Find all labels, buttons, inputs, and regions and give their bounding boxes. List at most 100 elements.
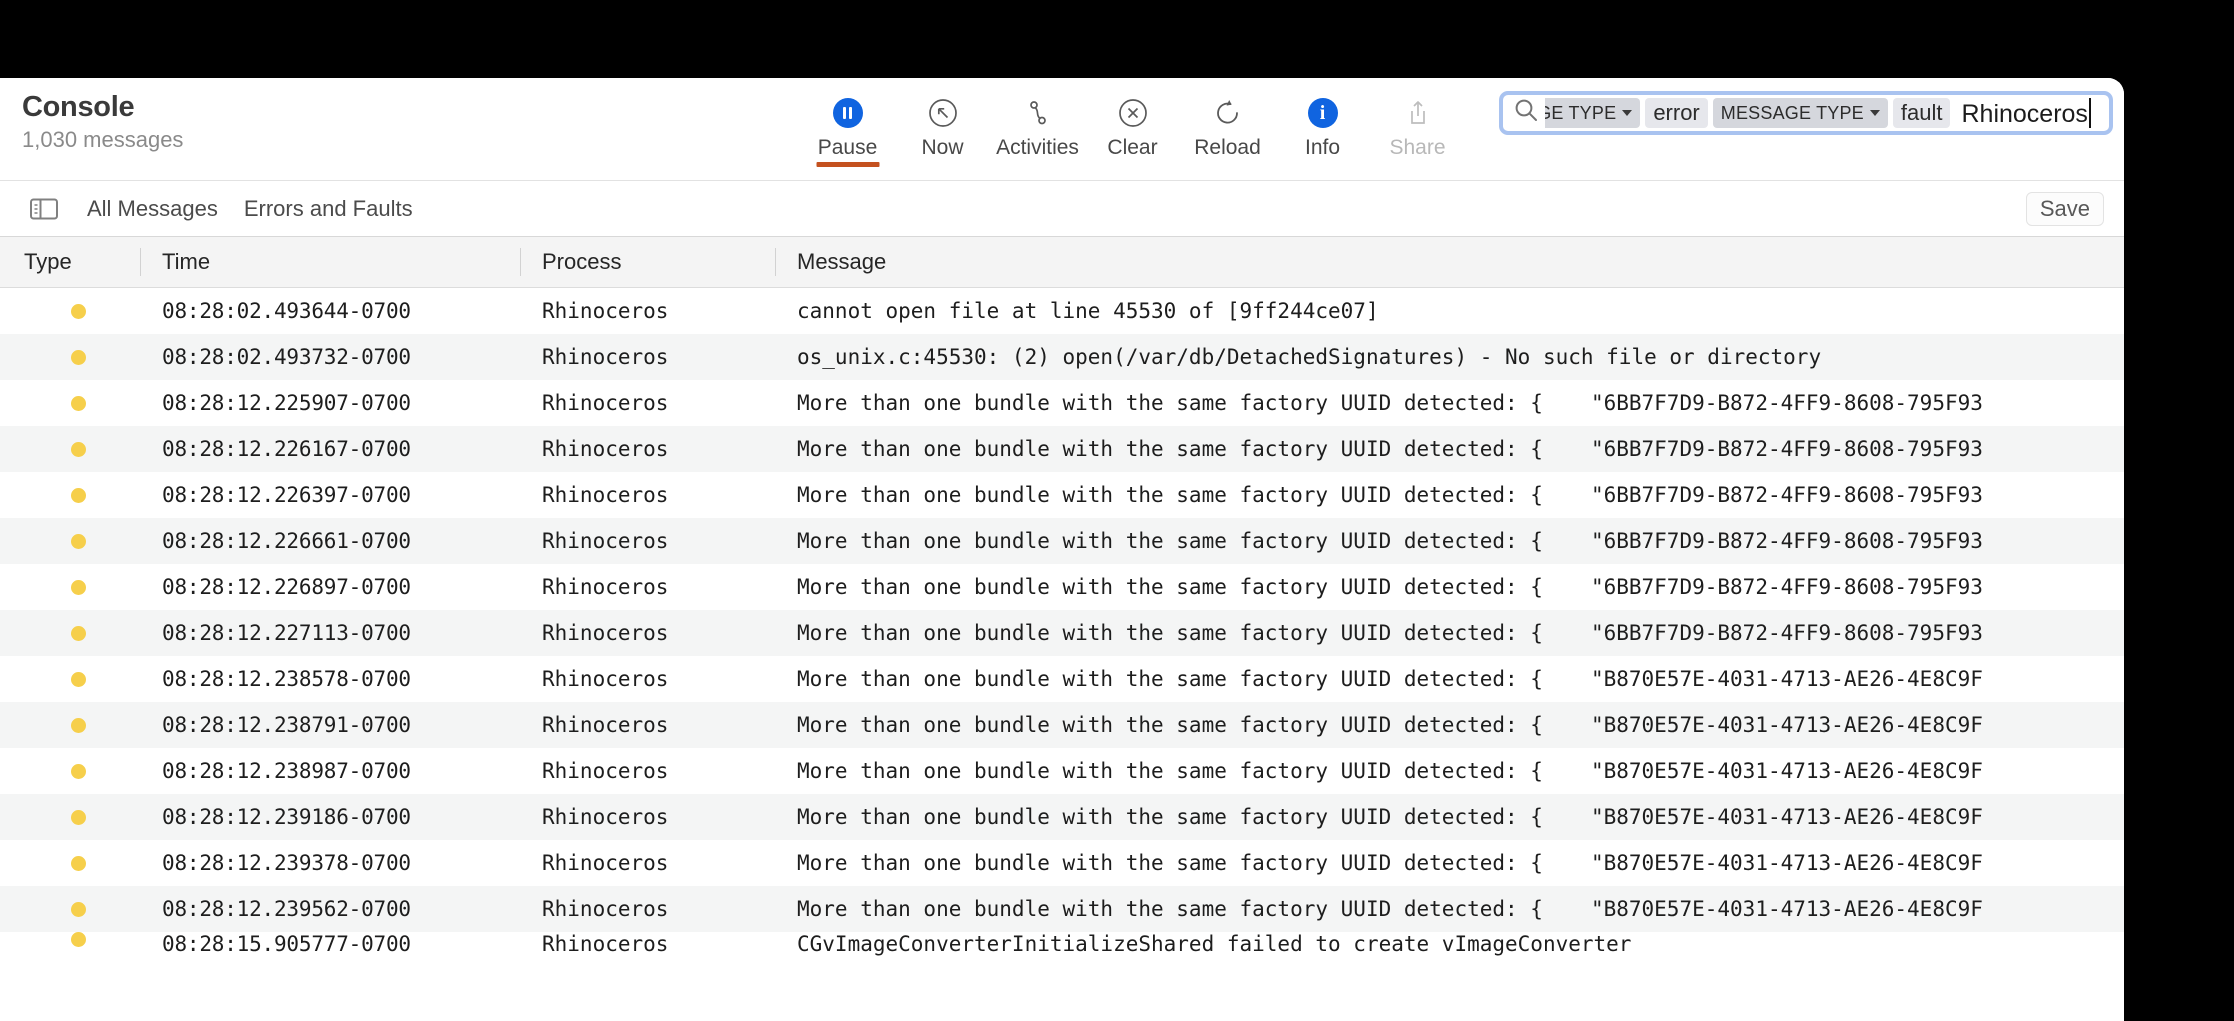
table-row[interactable]: 08:28:12.227113-0700 Rhinoceros More than … <box>0 610 2124 656</box>
window-toolbar: Console 1,030 messages Pause Now Activit… <box>0 78 2124 181</box>
filter-tab-errors-and-faults[interactable]: Errors and Faults <box>244 196 413 222</box>
text-caret <box>2088 97 2091 128</box>
toolbar-button-reload[interactable]: Reload <box>1180 92 1275 160</box>
row-process-cell: Rhinoceros <box>542 897 669 921</box>
row-message-text: More than one bundle with the same facto… <box>797 713 1543 737</box>
search-token-key-label-1: MESSAGE TYPE <box>1720 102 1864 123</box>
table-row[interactable]: 08:28:12.239186-0700 Rhinoceros More than … <box>0 794 2124 840</box>
table-row[interactable]: 08:28:12.239378-0700 Rhinoceros More than … <box>0 840 2124 886</box>
search-icon <box>1513 97 1540 129</box>
row-time-cell: 08:28:12.226661-0700 <box>162 529 411 553</box>
row-message-text: More than one bundle with the same facto… <box>797 897 1543 921</box>
now-arrow-icon <box>927 92 959 134</box>
type-dot-icon <box>71 579 86 595</box>
row-time-cell: 08:28:12.226397-0700 <box>162 483 411 507</box>
search-token-value-0[interactable]: error <box>1645 98 1708 128</box>
row-message-uuid: "B870E57E-4031-4713-AE26-4E8C9F <box>1590 851 1983 875</box>
row-message-text: More than one bundle with the same facto… <box>797 759 1543 783</box>
row-type-cell <box>0 349 140 365</box>
row-message-cell: CGvImageConverterInitializeShared failed… <box>775 932 2124 956</box>
search-input[interactable]: Rhinoceros <box>1955 97 2091 129</box>
column-header-message[interactable]: Message <box>775 237 2124 287</box>
row-process-cell: Rhinoceros <box>542 759 669 783</box>
row-message-cell: More than one bundle with the same facto… <box>775 483 2124 507</box>
row-process-cell: Rhinoceros <box>542 575 669 599</box>
table-row[interactable]: 08:28:02.493732-0700 Rhinoceros os_unix.c:… <box>0 334 2124 380</box>
toolbar-button-activities[interactable]: Activities <box>990 92 1085 160</box>
row-message-text: cannot open file at line 45530 of [9ff24… <box>797 299 1379 323</box>
row-time-cell: 08:28:12.226167-0700 <box>162 437 411 461</box>
toolbar-label-pause: Pause <box>817 136 878 159</box>
toolbar-button-share[interactable]: Share <box>1370 92 1465 160</box>
type-dot-icon <box>71 855 86 871</box>
row-message-text: More than one bundle with the same facto… <box>797 851 1543 875</box>
log-table: Type Time Process Message 08:28:02.49364… <box>0 237 2124 956</box>
column-header-type[interactable]: Type <box>0 237 140 287</box>
row-message-cell: cannot open file at line 45530 of [9ff24… <box>775 299 2124 323</box>
toolbar-button-clear[interactable]: Clear <box>1085 92 1180 160</box>
type-dot-icon <box>71 395 86 411</box>
toolbar-label-now: Now <box>921 136 964 159</box>
row-message-uuid: "B870E57E-4031-4713-AE26-4E8C9F <box>1590 805 1983 829</box>
table-row[interactable]: 08:28:12.239562-0700 Rhinoceros More than … <box>0 886 2124 932</box>
title-block: Console 1,030 messages <box>22 90 183 154</box>
row-message-cell: More than one bundle with the same facto… <box>775 667 2124 691</box>
type-dot-icon <box>71 901 86 917</box>
table-header-row: Type Time Process Message <box>0 237 2124 288</box>
row-message-uuid: "B870E57E-4031-4713-AE26-4E8C9F <box>1590 759 1983 783</box>
row-message-uuid: "B870E57E-4031-4713-AE26-4E8C9F <box>1590 713 1983 737</box>
row-message-text: CGvImageConverterInitializeShared failed… <box>797 932 1632 956</box>
column-header-process[interactable]: Process <box>520 237 775 287</box>
type-dot-icon <box>71 533 86 549</box>
row-process-cell: Rhinoceros <box>542 713 669 737</box>
console-window: Console 1,030 messages Pause Now Activit… <box>0 78 2124 1021</box>
type-dot-icon <box>71 441 86 457</box>
toolbar-button-pause[interactable]: Pause <box>800 92 895 167</box>
clear-x-icon <box>1117 92 1149 134</box>
row-process-cell: Rhinoceros <box>542 667 669 691</box>
save-button[interactable]: Save <box>2025 192 2104 226</box>
row-message-text: More than one bundle with the same facto… <box>797 391 1543 415</box>
table-row[interactable]: 08:28:12.226661-0700 Rhinoceros More than … <box>0 518 2124 564</box>
row-message-cell: More than one bundle with the same facto… <box>775 713 2124 737</box>
type-dot-icon <box>71 671 86 687</box>
info-icon: i <box>1307 92 1338 134</box>
table-row[interactable]: 08:28:15.905777-0700 Rhinoceros CGvImageCo… <box>0 932 2124 956</box>
page-title: Console <box>22 91 135 123</box>
row-message-cell: More than one bundle with the same facto… <box>775 621 2124 645</box>
table-row[interactable]: 08:28:12.226397-0700 Rhinoceros More than … <box>0 472 2124 518</box>
type-dot-icon <box>71 303 86 319</box>
sidebar-toggle-icon[interactable] <box>27 195 61 223</box>
table-body: 08:28:02.493644-0700 Rhinoceros cannot ope… <box>0 288 2124 956</box>
row-message-cell: More than one bundle with the same facto… <box>775 805 2124 829</box>
table-row[interactable]: 08:28:12.238791-0700 Rhinoceros More than … <box>0 702 2124 748</box>
table-row[interactable]: 08:28:12.226167-0700 Rhinoceros More than … <box>0 426 2124 472</box>
toolbar-button-now[interactable]: Now <box>895 92 990 160</box>
row-process-cell: Rhinoceros <box>542 851 669 875</box>
row-message-uuid: "6BB7F7D9-B872-4FF9-8608-795F93 <box>1590 437 1983 461</box>
search-token-key-1[interactable]: MESSAGE TYPE <box>1712 98 1888 128</box>
table-row[interactable]: 08:28:12.225907-0700 Rhinoceros More than … <box>0 380 2124 426</box>
row-type-cell <box>0 625 140 641</box>
search-tokens: AGE TYPE error MESSAGE TYPE fault Rhinoc… <box>1545 97 2105 129</box>
table-row[interactable]: 08:28:12.226897-0700 Rhinoceros More than … <box>0 564 2124 610</box>
row-process-cell: Rhinoceros <box>542 483 669 507</box>
row-message-text: More than one bundle with the same facto… <box>797 437 1543 461</box>
row-type-cell <box>0 809 140 825</box>
column-header-time[interactable]: Time <box>140 237 520 287</box>
row-time-cell: 08:28:12.239378-0700 <box>162 851 411 875</box>
table-row[interactable]: 08:28:12.238578-0700 Rhinoceros More than … <box>0 656 2124 702</box>
search-field[interactable]: AGE TYPE error MESSAGE TYPE fault Rhinoc… <box>1499 91 2113 135</box>
toolbar-button-info[interactable]: i Info <box>1275 92 1370 160</box>
table-row[interactable]: 08:28:02.493644-0700 Rhinoceros cannot ope… <box>0 288 2124 334</box>
search-token-key-0[interactable]: AGE TYPE <box>1545 98 1641 128</box>
row-process-cell: Rhinoceros <box>542 932 669 956</box>
row-type-cell <box>0 901 140 917</box>
filter-tab-all-messages[interactable]: All Messages <box>87 196 218 222</box>
table-row[interactable]: 08:28:12.238987-0700 Rhinoceros More than … <box>0 748 2124 794</box>
type-dot-icon <box>71 763 86 779</box>
toolbar-label-share: Share <box>1389 136 1446 159</box>
row-time-cell: 08:28:12.238791-0700 <box>162 713 411 737</box>
search-token-value-1[interactable]: fault <box>1892 98 1951 128</box>
row-message-text: More than one bundle with the same facto… <box>797 805 1543 829</box>
